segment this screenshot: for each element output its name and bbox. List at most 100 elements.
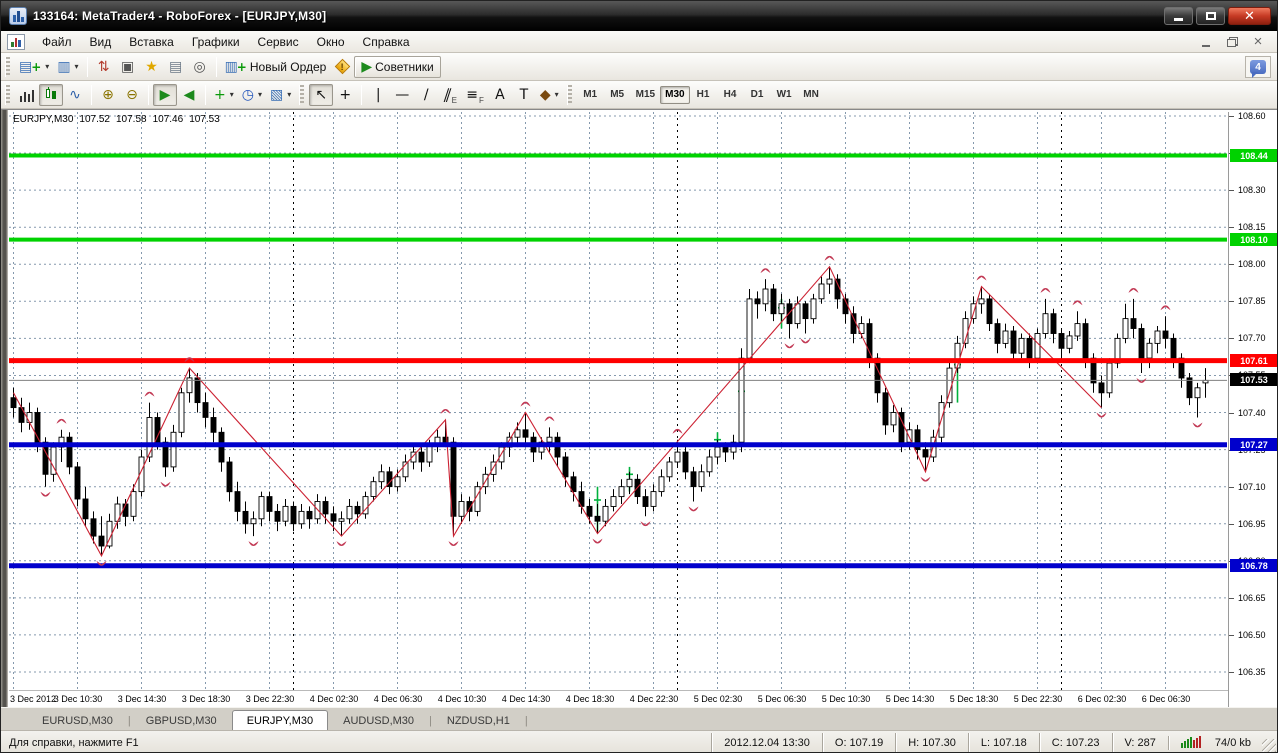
fractal-up-arrow-icon [1040,288,1051,293]
strategy-tester-button[interactable]: ◎ [188,56,212,78]
alerts-button[interactable]: ! [330,56,354,78]
menu-item-0[interactable]: Файл [33,32,81,52]
data-window-button[interactable]: ▣ [116,56,140,78]
toolbar-grip[interactable] [5,56,10,77]
resize-grip[interactable] [1262,739,1276,752]
timeframe-m1-button[interactable]: M1 [577,86,604,104]
zoom-in-button[interactable]: ⊕ [96,84,120,106]
mdi-minimize-button[interactable] [1197,34,1215,49]
tab-gbpusd-m30[interactable]: GBPUSD,M30 [131,710,232,730]
candle-bull [890,412,897,426]
price-tick-label: 107.10 [1238,482,1266,492]
indicators-button[interactable]: + ▾ [210,84,238,106]
candle-bull [346,505,353,520]
templates-button[interactable]: ▧ ▾ [266,84,295,106]
timeframe-h1-button[interactable]: H1 [690,86,717,104]
menu-item-1[interactable]: Вид [81,32,121,52]
time-axis[interactable]: 3 Dec 2012 3 Dec 10:30 3 Dec 14:30 3 Dec 18… [9,690,1228,708]
line-chart-button[interactable]: ∿ [63,84,87,106]
maximize-button[interactable] [1196,7,1225,25]
timeframe-m30-button[interactable]: M30 [660,85,690,104]
menu-item-3[interactable]: Графики [183,32,249,52]
toolbar-grip[interactable] [5,84,10,105]
candlestick-chart-button[interactable] [39,83,63,106]
auto-scroll-button[interactable]: ▶ [153,83,177,106]
tab-eurusd-m30[interactable]: EURUSD,M30 [27,710,128,730]
new-order-button[interactable]: ▥ + Новый Ордер [221,56,331,78]
price-tick [1229,338,1234,339]
text-label-button[interactable]: T [512,84,536,106]
candle-bull [698,471,705,488]
timeframe-m15-button[interactable]: M15 [631,86,660,104]
timeframe-m5-button[interactable]: M5 [604,86,631,104]
fractal-down-arrow-icon [784,343,795,349]
toolbar-separator [205,84,206,105]
navigator-icon: ★ [145,58,158,75]
timeframe-h4-button[interactable]: H4 [717,86,744,104]
cursor-button[interactable]: ↖ [309,83,334,106]
market-watch-button[interactable]: ⇅ [92,56,116,78]
toolbar-grip[interactable] [299,84,305,105]
tab-audusd-m30[interactable]: AUDUSD,M30 [328,710,429,730]
bar-chart-button[interactable] [15,84,39,106]
chart-shift-button[interactable]: ◀ [177,84,201,106]
price-tick [1229,635,1234,636]
candle-bull [474,486,481,512]
time-tick-label: 5 Dec 10:30 [821,694,871,704]
timeframe-w1-button[interactable]: W1 [771,86,798,104]
menu-item-2[interactable]: Вставка [120,32,183,52]
equidistant-channel-button[interactable]: ∥ E [438,84,462,106]
horizontal-line-button[interactable]: — [390,84,414,106]
minimize-button[interactable] [1164,7,1193,25]
fibonacci-button[interactable]: ≡ F [462,84,488,106]
line-chart-icon: ∿ [69,86,81,103]
menu-item-6[interactable]: Справка [354,32,419,52]
tab-nzdusd-h1[interactable]: NZDUSD,H1 [432,710,525,730]
candle-bear [594,515,601,522]
fractal-up-arrow-icon [760,268,771,274]
tab-eurjpy-m30[interactable]: EURJPY,M30 [231,710,329,730]
time-tick-label: 3 Dec 2012 [10,694,57,704]
toolbar-grip[interactable] [566,84,572,105]
status-help-text: Для справки, нажмите F1 [9,736,139,749]
time-tick-label: 5 Dec 22:30 [1013,694,1063,704]
mdi-close-button[interactable]: × [1249,33,1267,50]
vertical-line-button[interactable]: | [366,84,390,106]
candle-bear [10,397,17,409]
candlestick-icon [44,87,58,102]
candle-bear [322,501,329,515]
notifications-button[interactable]: 4 [1245,56,1271,78]
timeframe-mn-button[interactable]: MN [798,86,825,104]
candle-bear [330,513,337,522]
candle-bear [418,451,425,463]
bar-chart-icon [20,88,34,102]
periods-button[interactable]: ◷ ▾ [238,84,266,106]
profiles-button[interactable]: ▥ ▾ [53,56,82,78]
chart-plot[interactable]: EURJPY,M30 107.52 107.58 107.46 107.53 [9,112,1227,690]
price-axis[interactable]: 108.60108.45108.30108.15108.00107.85107.… [1228,111,1277,708]
crosshair-button[interactable]: + [333,84,357,106]
zoom-out-icon: ⊖ [126,86,138,103]
trendline-button[interactable]: / [414,84,438,106]
terminal-button[interactable]: ▤ [164,56,188,78]
expert-advisors-button[interactable]: ▶ Советники [354,55,441,78]
new-chart-button[interactable]: ▤ + ▾ [15,56,53,78]
arrows-button[interactable]: ◆ ▾ [536,84,563,106]
text-button[interactable]: A [488,84,512,106]
mdi-restore-button[interactable] [1223,34,1241,49]
candle-bear [1082,323,1089,359]
menu-item-4[interactable]: Сервис [249,32,308,52]
fractal-up-arrow-icon [440,409,451,414]
navigator-button[interactable]: ★ [140,56,164,78]
candle-bull [818,283,825,300]
candle-bear [290,505,297,525]
fractal-up-arrow-icon [56,418,67,424]
zigzag-line [13,265,1102,558]
timeframe-d1-button[interactable]: D1 [744,86,771,104]
candle-bear [770,288,777,315]
menu-item-5[interactable]: Окно [308,32,354,52]
zoom-out-button[interactable]: ⊖ [120,84,144,106]
chevron-down-icon: ▾ [74,62,79,71]
close-button[interactable]: ✕ [1228,7,1271,25]
fractal-down-arrow-icon [920,476,931,482]
